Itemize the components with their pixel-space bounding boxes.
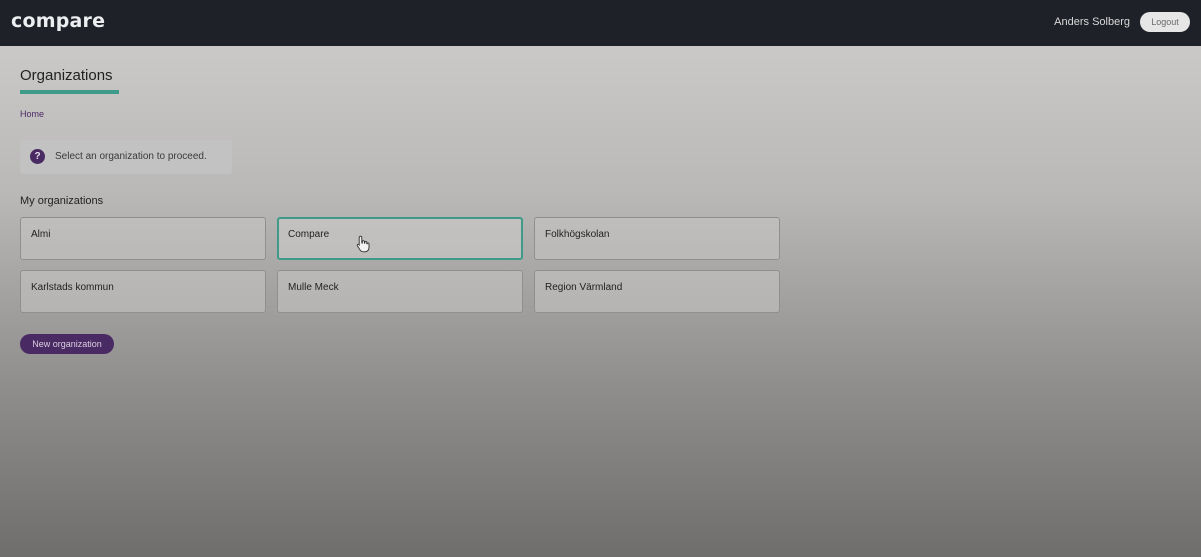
org-card-label: Mulle Meck [288,282,339,293]
breadcrumb-home[interactable]: Home [20,109,44,119]
page-title: Organizations [20,67,113,84]
org-card-mulle-meck[interactable]: Mulle Meck [277,270,523,313]
organization-grid: Almi Compare Folkhögskolan Karlstads kom… [20,217,780,313]
org-card-folkhogskolan[interactable]: Folkhögskolan [534,217,780,260]
new-organization-button[interactable]: New organization [20,334,114,354]
org-card-label: Almi [31,229,51,240]
org-card-label: Compare [288,229,330,240]
org-card-almi[interactable]: Almi [20,217,266,260]
info-message-text: Select an organization to proceed. [55,151,207,162]
user-name: Anders Solberg [1054,16,1130,28]
org-card-label: Folkhögskolan [545,229,610,240]
org-card-label: Karlstads kommun [31,282,114,293]
top-navbar: compare Anders Solberg Logout [0,0,1201,46]
question-circle-icon: ? [30,149,45,164]
org-card-region-varmland[interactable]: Region Värmland [534,270,780,313]
org-card-compare[interactable]: Compare [277,217,523,260]
info-message: ? Select an organization to proceed. [20,140,232,174]
compare-logo[interactable]: compare [11,10,105,32]
org-card-label: Region Värmland [545,282,623,293]
hand-pointer-icon [356,235,370,253]
title-underline [20,90,119,94]
section-title: My organizations [20,195,104,207]
logout-button[interactable]: Logout [1140,12,1190,32]
org-card-karlstads-kommun[interactable]: Karlstads kommun [20,270,266,313]
